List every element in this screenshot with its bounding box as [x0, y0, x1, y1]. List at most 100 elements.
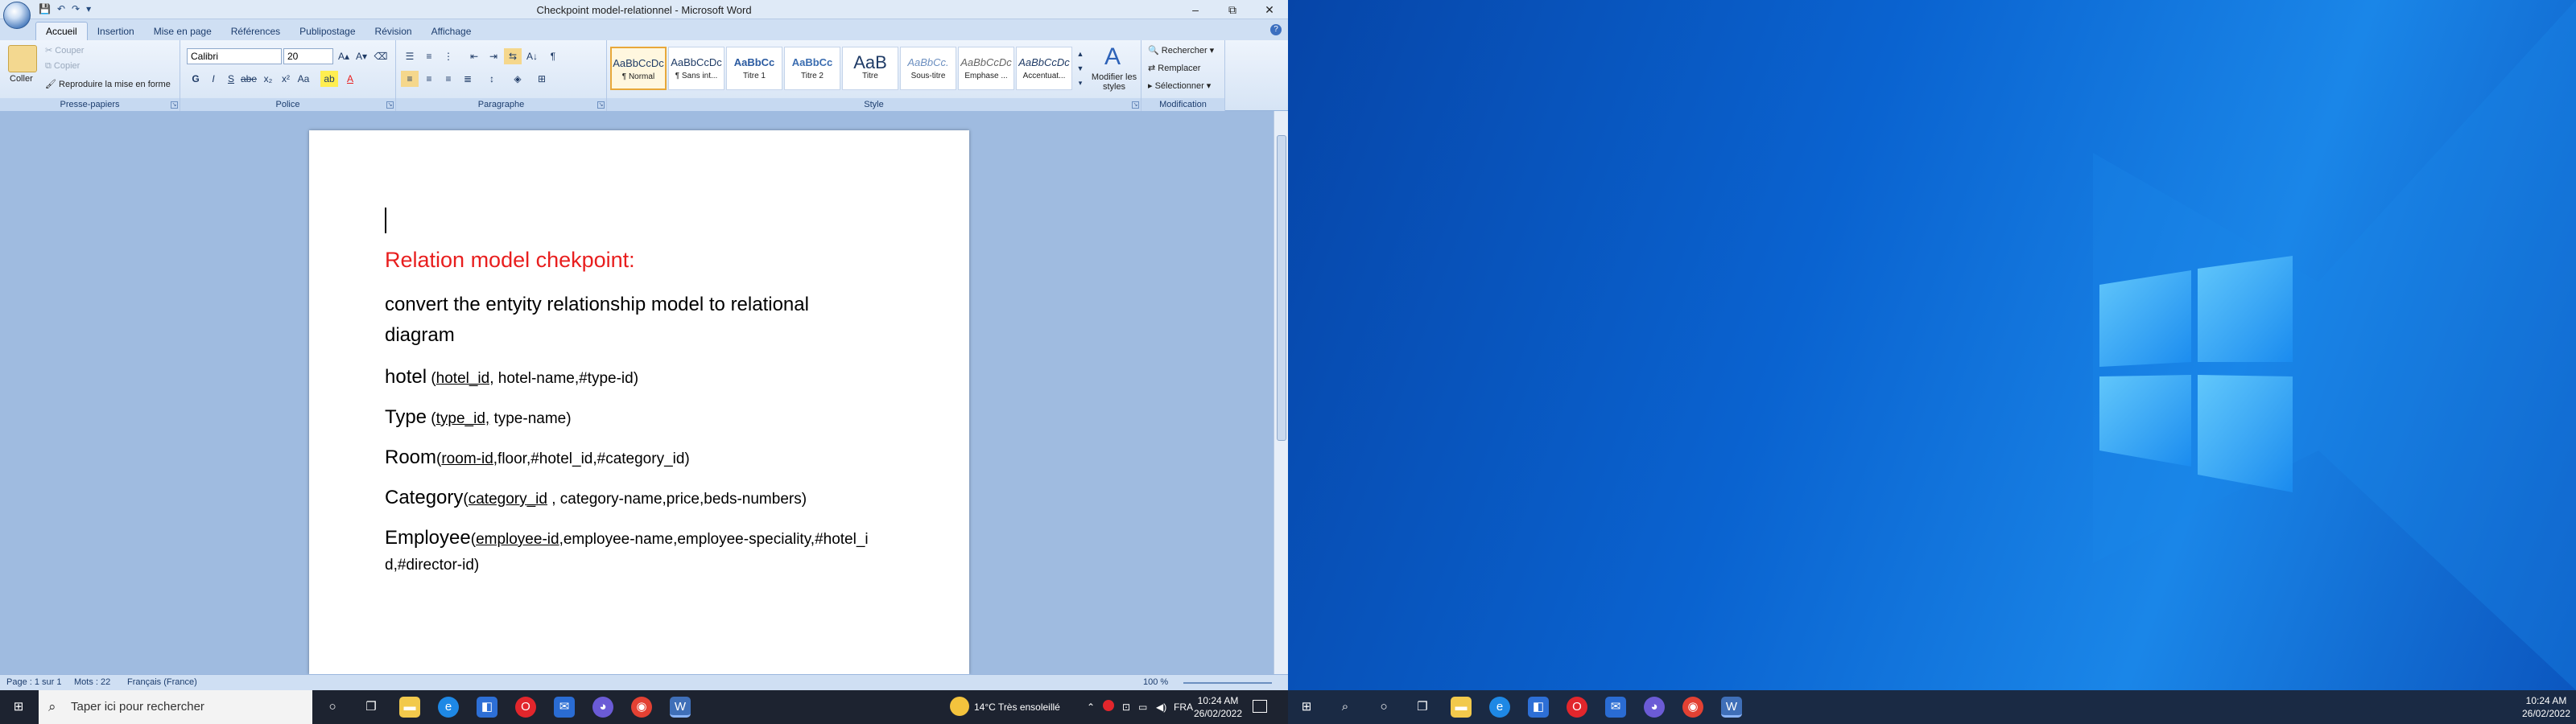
paste-icon[interactable]: [8, 45, 37, 72]
shrink-font-icon[interactable]: A▾: [353, 48, 370, 64]
change-styles-icon[interactable]: A: [1090, 43, 1135, 71]
word-taskbar-icon[interactable]: W: [670, 697, 691, 718]
style-normal[interactable]: AaBbCcDc ¶ Normal: [610, 47, 667, 90]
search-icon[interactable]: ⌕: [1335, 697, 1356, 718]
chrome-icon[interactable]: ◉: [1682, 697, 1703, 718]
borders-icon[interactable]: ⊞: [533, 71, 551, 87]
align-right-icon[interactable]: ≡: [440, 71, 457, 87]
grow-font-icon[interactable]: A▴: [335, 48, 353, 64]
sort-icon[interactable]: A↓: [523, 48, 541, 64]
tab-insertion[interactable]: Insertion: [88, 23, 144, 40]
discord-icon[interactable]: ◕: [592, 697, 613, 718]
file-explorer-icon[interactable]: ▬: [1451, 697, 1472, 718]
tray-chevron-icon[interactable]: ⌃: [1087, 701, 1095, 713]
tray-app-icon[interactable]: [1103, 700, 1114, 711]
opera-icon[interactable]: O: [1567, 697, 1587, 718]
chrome-icon[interactable]: ◉: [631, 697, 652, 718]
volume-icon[interactable]: ◀): [1156, 701, 1166, 713]
mail-icon[interactable]: ✉: [554, 697, 575, 718]
vertical-scrollbar[interactable]: [1274, 111, 1288, 674]
tab-accueil[interactable]: Accueil: [35, 22, 88, 40]
file-explorer-icon[interactable]: ▬: [399, 697, 420, 718]
line-spacing-icon[interactable]: ↕: [483, 71, 501, 87]
weather-text[interactable]: 14°C Très ensoleillé: [974, 701, 1060, 713]
tab-publipostage[interactable]: Publipostage: [290, 23, 365, 40]
shading-icon[interactable]: ◈: [509, 71, 526, 87]
windows-start-icon[interactable]: ⊞: [8, 697, 29, 718]
opera-icon[interactable]: O: [515, 697, 536, 718]
clock-date[interactable]: 26/02/2022: [2520, 708, 2573, 719]
clock-date[interactable]: 26/02/2022: [1191, 708, 1245, 719]
weather-icon[interactable]: [950, 697, 969, 716]
windows-start-icon[interactable]: ⊞: [1296, 697, 1317, 718]
bullets-icon[interactable]: ☰: [401, 48, 419, 64]
replace-button[interactable]: ⇄ Remplacer: [1148, 63, 1200, 73]
close-button[interactable]: ✕: [1251, 0, 1288, 19]
text-direction-icon[interactable]: ⇆: [504, 48, 522, 64]
decrease-indent-icon[interactable]: ⇤: [465, 48, 483, 64]
edge-icon[interactable]: e: [438, 697, 459, 718]
zoom-slider[interactable]: [1183, 682, 1272, 684]
italic-icon[interactable]: I: [204, 71, 222, 87]
battery-icon[interactable]: ▭: [1138, 701, 1147, 713]
clipboard-launcher-icon[interactable]: ↘: [171, 101, 178, 109]
font-color-icon[interactable]: A: [341, 71, 359, 87]
taskbar-search[interactable]: ⌕ Taper ici pour rechercher: [39, 690, 312, 724]
format-painter-button[interactable]: 🖌 Reproduire la mise en forme: [45, 79, 171, 89]
subscript-icon[interactable]: x₂: [259, 71, 277, 87]
change-case-icon[interactable]: Aa: [295, 71, 312, 87]
style-emphasis[interactable]: AaBbCcDc Emphase ...: [958, 47, 1014, 90]
cortana-icon[interactable]: ○: [322, 697, 343, 718]
align-left-icon[interactable]: ≡: [401, 71, 419, 87]
mail-icon[interactable]: ✉: [1605, 697, 1626, 718]
clock-time[interactable]: 10:24 AM: [1191, 695, 1245, 706]
highlight-icon[interactable]: ab: [320, 71, 338, 87]
justify-icon[interactable]: ≣: [459, 71, 477, 87]
scroll-thumb[interactable]: [1277, 135, 1286, 441]
word-count[interactable]: Mots : 22: [74, 677, 110, 687]
store-icon[interactable]: ◧: [1528, 697, 1549, 718]
word-taskbar-icon[interactable]: W: [1721, 697, 1742, 718]
store-icon[interactable]: ◧: [477, 697, 497, 718]
increase-indent-icon[interactable]: ⇥: [485, 48, 502, 64]
tab-affichage[interactable]: Affichage: [422, 23, 481, 40]
style-heading-2[interactable]: AaBbCc Titre 2: [784, 47, 840, 90]
numbering-icon[interactable]: ≡: [420, 48, 438, 64]
strikethrough-icon[interactable]: abe: [240, 71, 258, 87]
style-accent[interactable]: AaBbCcDc Accentuat...: [1016, 47, 1072, 90]
minimize-button[interactable]: –: [1177, 0, 1214, 19]
clear-format-icon[interactable]: ⌫: [372, 48, 390, 64]
clock-time[interactable]: 10:24 AM: [2520, 695, 2573, 706]
bold-icon[interactable]: G: [187, 71, 204, 87]
zoom-level[interactable]: 100 %: [1143, 677, 1168, 687]
change-styles-button[interactable]: Modifier les styles: [1090, 72, 1138, 92]
underline-icon[interactable]: S: [222, 71, 240, 87]
document-page[interactable]: Relation model chekpoint: convert the en…: [309, 130, 969, 674]
show-marks-icon[interactable]: ¶: [544, 48, 562, 64]
task-view-icon[interactable]: ❐: [361, 697, 382, 718]
network-icon[interactable]: ⊡: [1122, 701, 1130, 713]
tab-mise-en-page[interactable]: Mise en page: [144, 23, 221, 40]
language-status[interactable]: Français (France): [127, 677, 197, 687]
notification-icon[interactable]: [1253, 700, 1267, 713]
find-button[interactable]: 🔍 Rechercher ▾: [1148, 45, 1214, 56]
style-no-spacing[interactable]: AaBbCcDc ¶ Sans int...: [668, 47, 724, 90]
styles-launcher-icon[interactable]: ↘: [1132, 101, 1139, 109]
cortana-icon[interactable]: ○: [1373, 697, 1394, 718]
tab-revision[interactable]: Révision: [365, 23, 422, 40]
style-title[interactable]: AaB Titre: [842, 47, 898, 90]
help-icon[interactable]: ?: [1270, 24, 1282, 35]
style-heading-1[interactable]: AaBbCc Titre 1: [726, 47, 782, 90]
style-subtitle[interactable]: AaBbCc. Sous-titre: [900, 47, 956, 90]
paragraph-launcher-icon[interactable]: ↘: [597, 101, 605, 109]
discord-icon[interactable]: ◕: [1644, 697, 1665, 718]
styles-scroll-icon[interactable]: ▲ ▼ ▾: [1074, 47, 1087, 90]
edge-icon[interactable]: e: [1489, 697, 1510, 718]
copy-button[interactable]: ⧉ Copier: [45, 61, 80, 72]
font-size-select[interactable]: 20: [283, 48, 333, 64]
align-center-icon[interactable]: ≡: [420, 71, 438, 87]
font-launcher-icon[interactable]: ↘: [386, 101, 394, 109]
page-count[interactable]: Page : 1 sur 1: [6, 677, 62, 687]
restore-button[interactable]: ⧉: [1214, 0, 1251, 19]
select-button[interactable]: ▸ Sélectionner ▾: [1148, 80, 1211, 91]
